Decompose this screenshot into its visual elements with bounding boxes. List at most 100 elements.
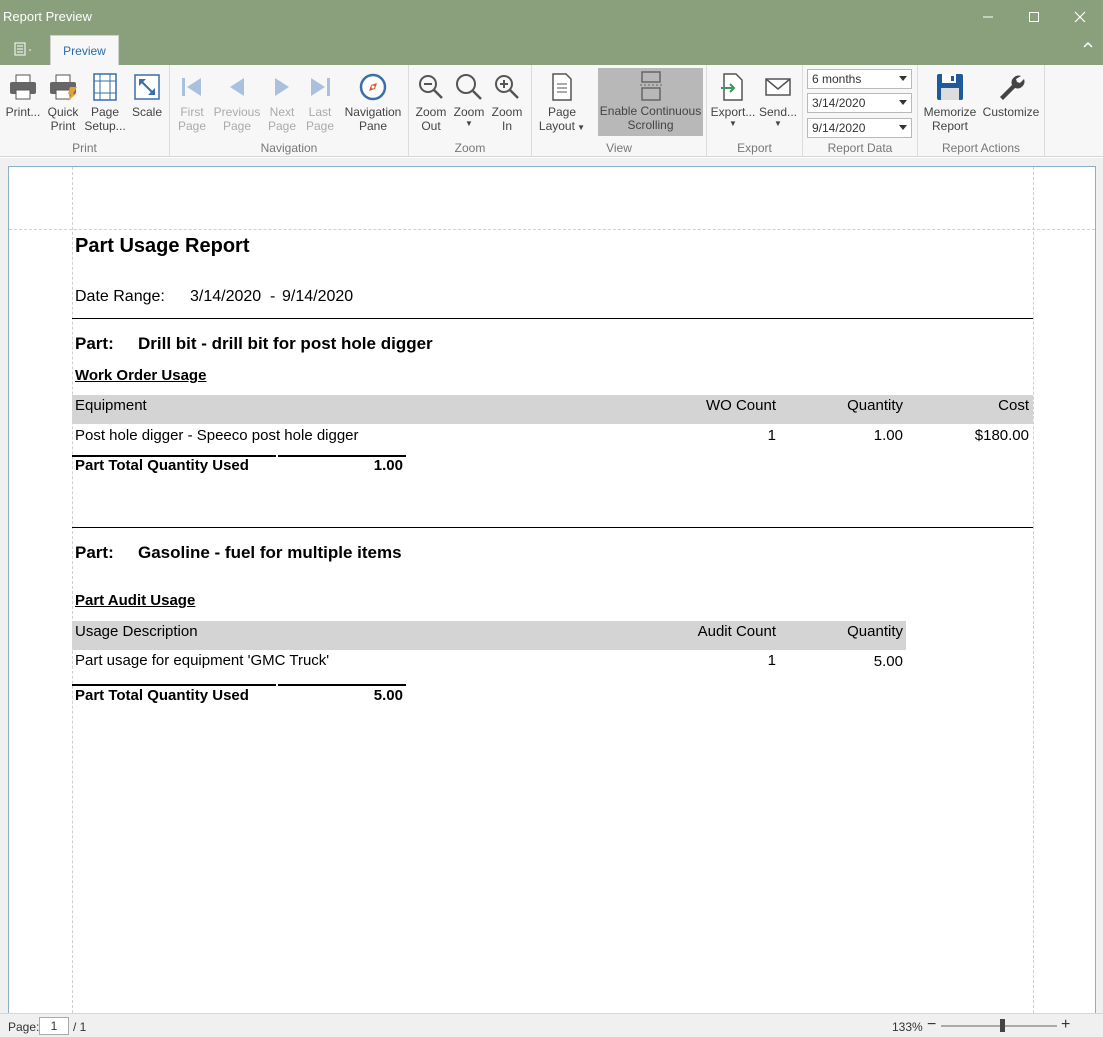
zoom-group-label: Zoom	[454, 141, 486, 155]
app-menu-icon	[14, 42, 31, 56]
minimize-button[interactable]	[965, 0, 1011, 34]
column-header: Usage Description	[75, 623, 198, 640]
date-range-to: 9/14/2020	[282, 288, 354, 305]
page-layout-icon	[552, 73, 572, 101]
view-group: Page Layout ▼ Enable Continuous Scrollin…	[532, 65, 707, 157]
column-header: Equipment	[75, 397, 147, 414]
navigation-group: First Page Previous Page Next Page Last …	[170, 65, 409, 157]
ribbon: Print... Quick Print Page Setup... Scale…	[0, 65, 1103, 157]
print-button[interactable]: Print...	[4, 69, 42, 137]
zoom-out-small-button[interactable]: −	[927, 1016, 936, 1034]
quick-print-icon	[50, 74, 77, 101]
total-value: 1.00	[373, 457, 403, 474]
total-label: Part Total Quantity Used	[75, 457, 249, 474]
total-label: Part Total Quantity Used	[75, 687, 249, 704]
chevron-down-icon: ▼	[729, 119, 737, 128]
chevron-down-icon	[899, 76, 907, 81]
memorize-report-button[interactable]: Memorize Report	[922, 69, 978, 137]
close-button[interactable]	[1057, 0, 1103, 34]
to-date-picker[interactable]: 9/14/2020	[807, 118, 912, 138]
ribbon-tabs: Preview	[0, 34, 1103, 65]
scale-icon	[134, 74, 160, 100]
previous-page-button[interactable]: Previous Page	[212, 69, 262, 137]
table-cell: 1.00	[873, 427, 903, 444]
first-page-button[interactable]: First Page	[174, 69, 210, 137]
column-header: Audit Count	[697, 623, 776, 640]
column-header: WO Count	[705, 397, 776, 414]
zoom-in-button[interactable]: Zoom In	[489, 69, 525, 137]
app-menu-button[interactable]	[12, 41, 36, 59]
document-area[interactable]: Part Usage Report Date Range: 3/14/2020 …	[0, 158, 1103, 1013]
period-select[interactable]: 6 months	[807, 69, 912, 89]
zoom-out-button[interactable]: Zoom Out	[413, 69, 449, 137]
print-group-label: Print	[72, 141, 97, 155]
table-cell: 5.00	[873, 653, 903, 670]
column-header: Quantity	[847, 397, 903, 414]
navigation-group-label: Navigation	[260, 141, 318, 155]
zoom-out-icon	[419, 75, 443, 99]
scale-button[interactable]: Scale	[128, 69, 166, 137]
next-page-button[interactable]: Next Page	[264, 69, 300, 137]
total-value: 5.00	[373, 687, 403, 704]
margin-guide-right	[1033, 167, 1034, 1013]
date-range-separator: -	[270, 288, 276, 305]
chevron-down-icon: ▼	[774, 119, 782, 128]
report-data-group-label: Report Data	[827, 141, 893, 155]
tab-preview[interactable]: Preview	[50, 35, 119, 65]
maximize-button[interactable]	[1011, 0, 1057, 34]
zoom-group: Zoom Out Zoom ▼ Zoom In Zoom	[409, 65, 532, 157]
margin-guide-left	[72, 167, 73, 1013]
table-cell: $180.00	[974, 427, 1029, 444]
column-header: Quantity	[847, 623, 903, 640]
send-button[interactable]: Send... ▼	[757, 69, 799, 137]
zoom-icon	[456, 74, 482, 100]
zoom-slider-thumb[interactable]	[1000, 1019, 1005, 1032]
zoom-slider-track[interactable]	[941, 1025, 1057, 1027]
title-bar: Report Preview	[0, 0, 1103, 34]
from-date-picker[interactable]: 3/14/2020	[807, 93, 912, 113]
table-cell: 1	[767, 427, 776, 444]
section-title: Work Order Usage	[75, 367, 207, 384]
report-actions-group: Memorize Report Customize Report Actions	[918, 65, 1045, 157]
page-layout-button[interactable]: Page Layout ▼	[536, 69, 588, 137]
customize-button[interactable]: Customize	[980, 69, 1042, 137]
export-button[interactable]: Export... ▼	[711, 69, 755, 137]
report-title: Part Usage Report	[75, 235, 250, 257]
view-group-label: View	[606, 141, 632, 155]
margin-guide-top	[9, 229, 1095, 230]
table-cell: 1	[767, 652, 776, 669]
navigation-pane-button[interactable]: Navigation Pane	[342, 69, 404, 137]
chevron-down-icon	[899, 125, 907, 130]
save-disk-icon	[937, 74, 963, 100]
table-cell: Part usage for equipment 'GMC Truck'	[75, 652, 330, 669]
maximize-icon	[1029, 12, 1039, 22]
export-group-label: Export	[737, 141, 772, 155]
export-icon	[721, 73, 743, 101]
table-header: Equipment WO Count Quantity Cost	[72, 395, 1033, 424]
wrench-icon	[1000, 75, 1025, 100]
zoom-in-small-button[interactable]: +	[1061, 1016, 1070, 1034]
page-setup-button[interactable]: Page Setup...	[84, 69, 126, 137]
window-title: Report Preview	[3, 9, 92, 24]
table-row: Part usage for equipment 'GMC Truck' 1 5…	[72, 650, 906, 674]
minimize-icon	[983, 16, 993, 18]
last-page-button[interactable]: Last Page	[302, 69, 338, 137]
collapse-ribbon-button[interactable]	[1080, 40, 1096, 56]
compass-icon	[359, 73, 387, 101]
chevron-down-icon	[899, 100, 907, 105]
next-page-icon	[275, 78, 289, 96]
table-header: Usage Description Audit Count Quantity	[72, 621, 906, 650]
enable-continuous-scrolling-button[interactable]: Enable Continuous Scrolling	[598, 68, 703, 136]
total-rule	[278, 684, 406, 686]
zoom-level: 133%	[892, 1020, 923, 1034]
quick-print-button[interactable]: Quick Print	[44, 69, 82, 137]
status-bar: Page: 1 / 1 133% − +	[0, 1013, 1103, 1037]
report-actions-group-label: Report Actions	[941, 141, 1021, 155]
last-page-icon	[311, 78, 330, 96]
chevron-down-icon: ▼	[465, 119, 473, 128]
zoom-button[interactable]: Zoom ▼	[451, 69, 487, 137]
close-icon	[1074, 11, 1086, 23]
divider	[72, 318, 1033, 319]
part-name: Gasoline - fuel for multiple items	[138, 543, 402, 562]
page-number-input[interactable]: 1	[39, 1017, 69, 1035]
